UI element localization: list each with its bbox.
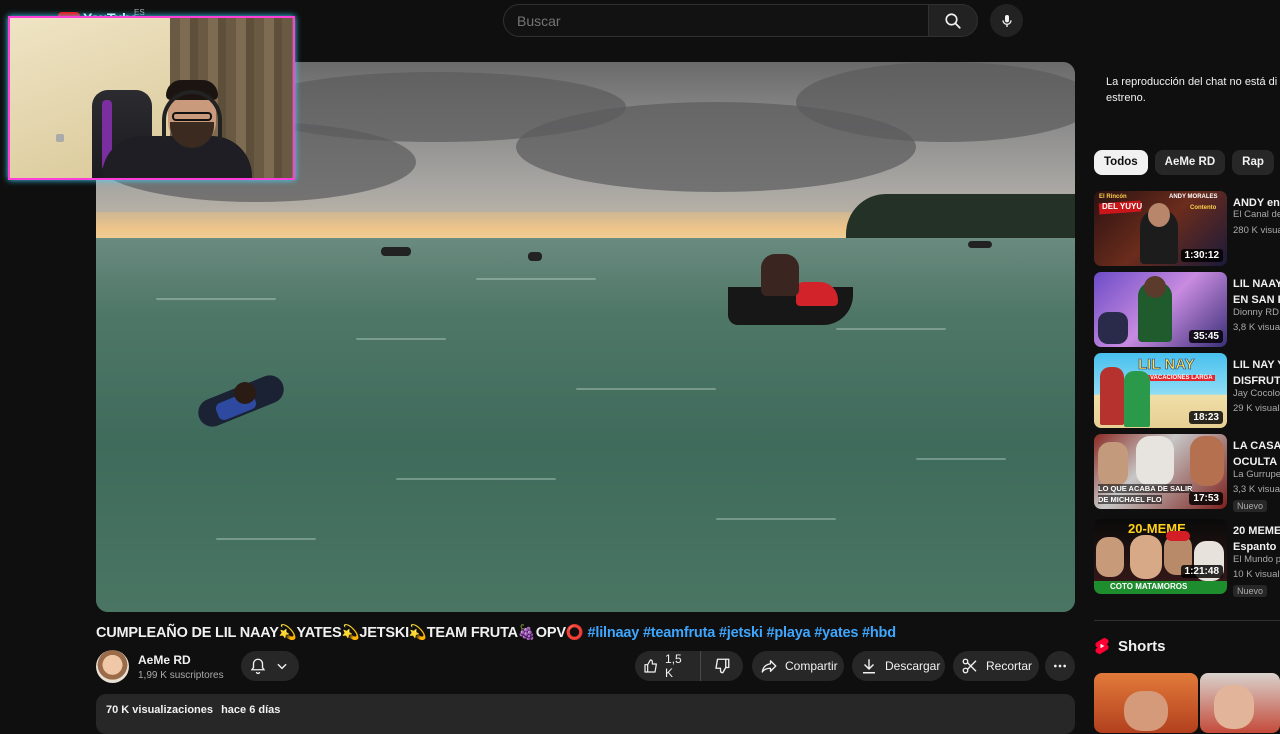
streamer-webcam-overlay	[8, 16, 295, 180]
search-input[interactable]	[503, 4, 929, 37]
thumbnail-text: LIL NAY	[1138, 356, 1195, 374]
voice-search-button[interactable]	[990, 4, 1023, 37]
video-duration: 18:23	[1189, 411, 1223, 424]
video-frame-sea	[96, 238, 1075, 612]
new-badge: Nuevo	[1233, 585, 1268, 597]
recommended-video[interactable]: El Rincón DEL YUYU ANDY MORALES Contento…	[1094, 191, 1280, 267]
thumbnail-text: COTO MATAMOROS	[1110, 582, 1188, 591]
download-label: Descargar	[885, 659, 941, 673]
short-thumbnail[interactable]	[1094, 673, 1198, 733]
recommended-views: 10 K visual	[1233, 569, 1280, 580]
dislike-button[interactable]	[701, 651, 743, 681]
microphone-icon	[1001, 14, 1012, 27]
video-thumbnail[interactable]: 35:45	[1094, 272, 1227, 347]
recommended-views: 3,3 K visual	[1233, 484, 1280, 495]
distant-boat	[968, 241, 992, 248]
search-button[interactable]	[928, 4, 978, 37]
download-icon	[863, 659, 875, 674]
recommended-title[interactable]: LIL NAAY	[1233, 276, 1280, 292]
thumbnail-text: Contento	[1190, 205, 1217, 211]
video-duration: 17:53	[1189, 492, 1223, 505]
chip-rap[interactable]: Rap	[1232, 150, 1274, 175]
more-actions-button[interactable]	[1045, 651, 1075, 681]
thumbnail-text: DEL YUYU	[1102, 202, 1143, 211]
recommended-channel[interactable]: La Gurrupe	[1233, 469, 1280, 480]
more-horizontal-icon	[1054, 664, 1066, 668]
recommended-video[interactable]: LIL NAY VACACIONES LARGA 18:23 LIL NAY Y…	[1094, 353, 1280, 429]
video-hashtags[interactable]: #lilnaay #teamfruta #jetski #playa #yate…	[588, 625, 897, 641]
recommended-title-line2[interactable]: DISFRUTA	[1233, 373, 1280, 389]
channel-name[interactable]: AeMe RD	[138, 653, 191, 667]
search-icon	[945, 12, 961, 29]
video-thumbnail[interactable]: 20-MEME COTO MATAMOROS 1:21:48	[1094, 519, 1227, 594]
recommended-channel[interactable]: Dionny RD	[1233, 307, 1280, 318]
thumbs-up-icon	[644, 659, 657, 673]
recommended-video[interactable]: LO QUE ACABA DE SALIR DE MICHAEL FLO 17:…	[1094, 434, 1280, 512]
video-title: CUMPLEAÑO DE LIL NAAY💫YATES💫JETSKI💫TEAM …	[96, 624, 896, 641]
recommended-title-line2[interactable]: Espanto c	[1233, 539, 1280, 555]
recommended-title-line2[interactable]: EN SAN F	[1233, 292, 1280, 308]
video-thumbnail[interactable]: LO QUE ACABA DE SALIR DE MICHAEL FLO 17:…	[1094, 434, 1227, 509]
video-thumbnail[interactable]: LIL NAY VACACIONES LARGA 18:23	[1094, 353, 1227, 428]
chip-todos[interactable]: Todos	[1094, 150, 1148, 175]
bell-icon	[250, 658, 266, 675]
recommended-title[interactable]: LIL NAY Y	[1233, 357, 1280, 373]
thumbnail-text: ANDY MORALES	[1169, 194, 1218, 200]
video-thumbnail[interactable]: El Rincón DEL YUYU ANDY MORALES Contento…	[1094, 191, 1227, 266]
short-thumbnail[interactable]	[1200, 673, 1280, 733]
chat-replay-notice: La reproducción del chat no está di estr…	[1106, 76, 1278, 104]
chevron-down-icon	[277, 663, 287, 670]
divider	[1094, 620, 1280, 621]
recommended-video[interactable]: 35:45 LIL NAAY EN SAN F Dionny RD 3,8 K …	[1094, 272, 1280, 348]
recommended-views: 29 K visual	[1233, 403, 1280, 414]
like-dislike-group: 1,5 K	[635, 651, 743, 681]
jetski-riders	[761, 254, 799, 296]
subscriber-count: 1,99 K suscriptores	[138, 670, 224, 681]
recommended-channel[interactable]: El Canal de	[1233, 209, 1280, 220]
recommended-title[interactable]: 20 MEME	[1233, 523, 1280, 539]
thumbnail-text: VACACIONES LARGA	[1148, 375, 1215, 381]
share-button[interactable]: Compartir	[752, 651, 844, 681]
jetski-hull	[796, 282, 838, 306]
video-duration: 1:30:12	[1180, 249, 1223, 262]
recommended-views: 3,8 K visual	[1233, 322, 1280, 333]
shorts-header[interactable]: Shorts	[1094, 637, 1166, 655]
view-count: 70 K visualizaciones	[106, 704, 213, 716]
distant-jetski	[528, 252, 542, 261]
chip-aeme-rd[interactable]: AeMe RD	[1154, 150, 1226, 175]
scissors-icon	[962, 658, 977, 674]
like-count: 1,5 K	[665, 652, 682, 680]
like-button[interactable]: 1,5 K	[635, 651, 701, 681]
channel-avatar[interactable]	[96, 650, 129, 683]
shorts-label: Shorts	[1118, 637, 1166, 655]
thumbs-down-icon	[715, 658, 730, 674]
distant-jetski	[381, 247, 411, 256]
new-badge: Nuevo	[1233, 500, 1268, 512]
share-icon	[761, 660, 777, 673]
download-button[interactable]: Descargar	[852, 651, 945, 681]
shorts-icon	[1095, 637, 1109, 655]
filter-chips: Todos AeMe RD Rap R	[1094, 150, 1280, 175]
video-duration: 1:21:48	[1180, 565, 1223, 578]
description-box[interactable]: 70 K visualizaciones hace 6 días	[96, 694, 1075, 734]
thumbnail-text: DE MICHAEL FLO	[1098, 495, 1162, 504]
clip-label: Recortar	[986, 659, 1033, 673]
recommended-title[interactable]: LA CASA	[1233, 438, 1280, 454]
clip-button[interactable]: Recortar	[953, 651, 1039, 681]
thumbnail-text: El Rincón	[1099, 194, 1127, 200]
upload-date: hace 6 días	[221, 704, 281, 716]
video-title-text: CUMPLEAÑO DE LIL NAAY💫YATES💫JETSKI💫TEAM …	[96, 625, 584, 641]
notification-button[interactable]	[241, 651, 299, 681]
recommended-views: 280 K visual	[1233, 225, 1280, 236]
thumbnail-text: LO QUE ACABA DE SALIR	[1098, 484, 1193, 493]
video-duration: 35:45	[1189, 330, 1223, 343]
recommended-channel[interactable]: Jay Cocolo	[1233, 388, 1280, 399]
recommended-channel[interactable]: El Mundo p	[1233, 554, 1280, 565]
swimmer-head	[234, 382, 256, 404]
video-frame-island	[846, 194, 1075, 238]
recommended-video[interactable]: 20-MEME COTO MATAMOROS 1:21:48 20 MEME E…	[1094, 519, 1280, 597]
share-label: Compartir	[785, 659, 838, 673]
recommended-title-line2[interactable]: OCULTA N	[1233, 454, 1280, 470]
